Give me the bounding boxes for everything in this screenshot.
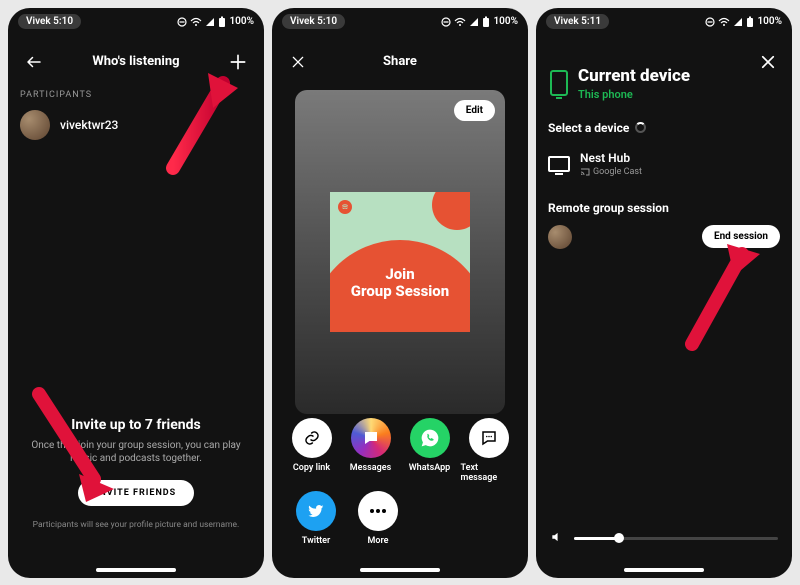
share-messages[interactable]: Messages (343, 418, 399, 483)
end-session-button[interactable]: End session (702, 225, 780, 248)
share-twitter[interactable]: Twitter (288, 491, 344, 546)
current-device-subtitle: This phone (578, 88, 690, 101)
cast-icon (580, 168, 590, 176)
nav-bar[interactable] (624, 568, 704, 572)
instagram-icon (351, 418, 391, 458)
signal-icon (469, 17, 479, 27)
album-text: Join Group Session (330, 266, 470, 301)
device-nest-hub[interactable]: Nest Hub Google Cast (548, 147, 780, 187)
share-text-message[interactable]: Text message (461, 418, 517, 483)
status-right-icons: 100% (177, 16, 254, 28)
status-right-icons: 100% (441, 16, 518, 28)
status-time-pill: Vivek 5:11 (546, 14, 609, 29)
current-device-title: Current device (578, 66, 690, 86)
wifi-icon (190, 17, 202, 27)
battery-percent: 100% (757, 16, 782, 27)
volume-track[interactable] (574, 537, 778, 540)
nav-bar[interactable] (96, 568, 176, 572)
whatsapp-icon (410, 418, 450, 458)
share-copy-link[interactable]: Copy link (284, 418, 340, 483)
participant-name: vivektwr23 (60, 118, 118, 132)
status-right-icons: 100% (705, 16, 782, 28)
dnd-icon (441, 17, 451, 27)
invite-note: Participants will see your profile pictu… (24, 520, 248, 530)
dnd-icon (705, 17, 715, 27)
participants-label: PARTICIPANTS (20, 90, 252, 100)
share-whatsapp[interactable]: WhatsApp (402, 418, 458, 483)
back-button[interactable] (20, 48, 48, 76)
participant-row: vivektwr23 (20, 110, 252, 140)
loading-spinner-icon (635, 122, 646, 133)
device-name: Nest Hub (580, 151, 642, 165)
invite-block: Invite up to 7 friends Once they join yo… (8, 417, 264, 530)
status-time-pill: Vivek 5:10 (18, 14, 81, 29)
twitter-icon (296, 491, 336, 531)
screen-devices: Vivek 5:11 100% Current device This phon… (536, 8, 792, 578)
status-bar: Vivek 5:10 100% (8, 8, 264, 36)
volume-thumb[interactable] (614, 533, 624, 543)
share-grid: Copy link Messages WhatsApp Text message (272, 418, 528, 554)
status-time-pill: Vivek 5:10 (282, 14, 345, 29)
close-button[interactable] (284, 48, 312, 76)
remote-session-row: End session (548, 225, 780, 249)
share-more[interactable]: More (350, 491, 406, 546)
more-icon (358, 491, 398, 531)
status-bar: Vivek 5:10 100% (272, 8, 528, 36)
battery-percent: 100% (493, 16, 518, 27)
header: Who's listening (20, 40, 252, 84)
avatar (20, 110, 50, 140)
speaker-icon (550, 529, 564, 548)
status-bar: Vivek 5:11 100% (536, 8, 792, 36)
volume-slider[interactable] (550, 529, 778, 548)
screen-share: Vivek 5:10 100% Share Edit (272, 8, 528, 578)
device-cast-label: Google Cast (580, 167, 642, 177)
battery-icon (218, 16, 226, 28)
spotify-logo-icon (338, 200, 352, 214)
wifi-icon (454, 17, 466, 27)
invite-title: Invite up to 7 friends (24, 417, 248, 433)
signal-icon (733, 17, 743, 27)
link-icon (292, 418, 332, 458)
nav-bar[interactable] (360, 568, 440, 572)
phone-icon (550, 70, 568, 96)
page-title: Who's listening (48, 54, 224, 69)
header: Share (284, 40, 516, 84)
close-button[interactable] (754, 48, 782, 76)
select-device-label: Select a device (548, 121, 780, 135)
battery-icon (746, 16, 754, 28)
invite-subtitle: Once they join your group session, you c… (24, 439, 248, 466)
tv-icon (548, 156, 570, 172)
remote-group-label: Remote group session (548, 201, 780, 215)
add-button[interactable] (224, 48, 252, 76)
share-preview-card: Edit Join Group Session (295, 90, 505, 414)
invite-friends-button[interactable]: INVITE FRIENDS (78, 480, 194, 506)
battery-percent: 100% (229, 16, 254, 27)
message-icon (469, 418, 509, 458)
signal-icon (205, 17, 215, 27)
wifi-icon (718, 17, 730, 27)
battery-icon (482, 16, 490, 28)
album-art: Join Group Session (330, 192, 470, 332)
edit-button[interactable]: Edit (454, 100, 495, 121)
dnd-icon (177, 17, 187, 27)
current-device-header: Current device This phone (548, 66, 780, 101)
screen-whos-listening: Vivek 5:10 100% Who's listening PARTICIP… (8, 8, 264, 578)
page-title: Share (312, 54, 488, 69)
avatar (548, 225, 572, 249)
